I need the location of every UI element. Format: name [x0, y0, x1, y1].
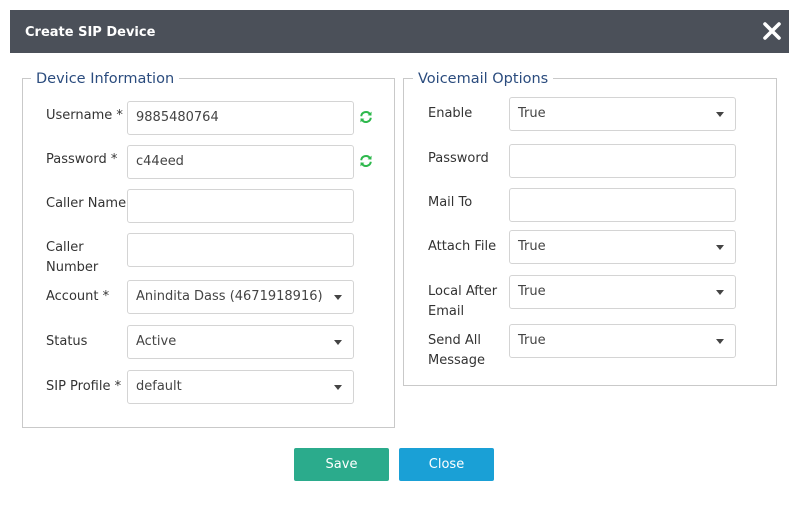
device-information-legend: Device Information	[31, 70, 180, 88]
send-all-message-label-line1: Send All	[428, 333, 481, 348]
password-label: Password *	[46, 152, 118, 167]
chevron-down-icon	[334, 295, 342, 300]
status-selected-value: Active	[136, 334, 177, 349]
chevron-down-icon	[334, 385, 342, 390]
enable-select[interactable]: True	[509, 97, 736, 131]
chevron-down-icon	[716, 339, 724, 344]
refresh-icon[interactable]	[359, 153, 373, 167]
chevron-down-icon	[716, 245, 724, 250]
sip-profile-select[interactable]: default	[127, 370, 354, 404]
password-input[interactable]: c44eed	[127, 145, 354, 179]
caller-number-label-line1: Caller	[46, 240, 84, 255]
account-label: Account *	[46, 289, 110, 304]
account-select[interactable]: Anindita Dass (4671918916)	[127, 280, 354, 314]
caller-name-input[interactable]	[127, 189, 354, 223]
chevron-down-icon	[334, 340, 342, 345]
voicemail-options-legend: Voicemail Options	[413, 70, 554, 88]
attach-file-selected-value: True	[518, 239, 546, 254]
send-all-message-label-line2: Message	[428, 353, 485, 368]
send-all-message-selected-value: True	[518, 333, 546, 348]
local-after-email-selected-value: True	[518, 284, 546, 299]
voicemail-password-input[interactable]	[509, 144, 736, 178]
local-after-email-label-line2: Email	[428, 304, 465, 319]
save-button[interactable]: Save	[294, 448, 389, 481]
username-label: Username *	[46, 108, 123, 123]
enable-selected-value: True	[518, 106, 546, 121]
send-all-message-select[interactable]: True	[509, 324, 736, 358]
mail-to-input[interactable]	[509, 188, 736, 222]
local-after-email-label-line1: Local After	[428, 284, 498, 299]
dialog-titlebar: Create SIP Device	[10, 10, 789, 53]
close-icon[interactable]	[761, 20, 783, 42]
sip-profile-selected-value: default	[136, 379, 182, 394]
attach-file-label: Attach File	[428, 239, 497, 254]
refresh-icon[interactable]	[359, 109, 373, 123]
sip-profile-label: SIP Profile *	[46, 379, 122, 394]
status-label: Status	[46, 334, 88, 349]
dialog-title: Create SIP Device	[25, 25, 156, 40]
local-after-email-select[interactable]: True	[509, 275, 736, 309]
close-button[interactable]: Close	[399, 448, 494, 481]
caller-name-label: Caller Name	[46, 196, 127, 211]
caller-number-input[interactable]	[127, 233, 354, 267]
mail-to-label: Mail To	[428, 195, 473, 210]
chevron-down-icon	[716, 112, 724, 117]
status-select[interactable]: Active	[127, 325, 354, 359]
username-input[interactable]: 9885480764	[127, 101, 354, 135]
enable-label: Enable	[428, 106, 473, 121]
attach-file-select[interactable]: True	[509, 230, 736, 264]
chevron-down-icon	[716, 290, 724, 295]
voicemail-password-label: Password	[428, 151, 489, 166]
account-selected-value: Anindita Dass (4671918916)	[136, 289, 323, 304]
caller-number-label-line2: Number	[46, 260, 99, 275]
